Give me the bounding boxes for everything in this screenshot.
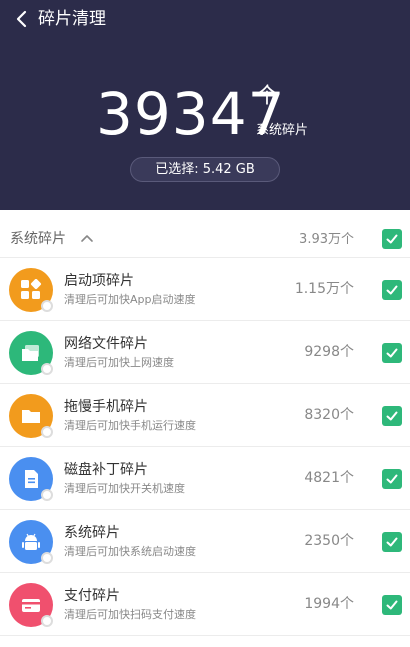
item-checkbox[interactable] bbox=[382, 406, 402, 426]
check-icon bbox=[386, 600, 398, 610]
check-icon bbox=[386, 285, 398, 295]
item-checkbox[interactable] bbox=[382, 280, 402, 300]
item-count: 2350个 bbox=[304, 533, 354, 549]
section-checkbox[interactable] bbox=[382, 229, 402, 249]
item-title: 启动项碎片 bbox=[64, 273, 134, 289]
document-icon bbox=[9, 457, 53, 501]
list-item[interactable]: 系统碎片 清理后可加快系统启动速度 2350个 bbox=[0, 510, 410, 573]
payment-card-icon bbox=[9, 583, 53, 627]
status-dot bbox=[41, 426, 53, 438]
item-description: 清理后可加快系统启动速度 bbox=[64, 545, 196, 558]
section-title: 系统碎片 bbox=[10, 231, 66, 247]
status-dot bbox=[41, 363, 53, 375]
item-title: 拖慢手机碎片 bbox=[64, 399, 148, 415]
list-item[interactable]: 支付碎片 清理后可加快扫码支付速度 1994个 bbox=[0, 573, 410, 636]
status-dot bbox=[41, 489, 53, 501]
item-title: 网络文件碎片 bbox=[64, 336, 148, 352]
list-item[interactable]: 启动项碎片 清理后可加快App启动速度 1.15万个 bbox=[0, 258, 410, 321]
folder-icon bbox=[9, 394, 53, 438]
selected-size-badge: 已选择: 5.42 GB bbox=[130, 157, 280, 182]
item-description: 清理后可加快手机运行速度 bbox=[64, 419, 196, 432]
list-item[interactable]: 磁盘补丁碎片 清理后可加快开关机速度 4821个 bbox=[0, 447, 410, 510]
junk-list: 启动项碎片 清理后可加快App启动速度 1.15万个 网络文件碎片 清理后可加快… bbox=[0, 258, 410, 636]
section-total-count: 3.93万个 bbox=[299, 232, 354, 247]
item-count: 1.15万个 bbox=[294, 281, 354, 297]
item-count: 4821个 bbox=[304, 470, 354, 486]
list-item[interactable]: 拖慢手机碎片 清理后可加快手机运行速度 8320个 bbox=[0, 384, 410, 447]
apps-grid-icon bbox=[9, 268, 53, 312]
status-dot bbox=[41, 300, 53, 312]
list-item[interactable]: 网络文件碎片 清理后可加快上网速度 9298个 bbox=[0, 321, 410, 384]
item-count: 1994个 bbox=[304, 596, 354, 612]
network-folder-icon bbox=[9, 331, 53, 375]
check-icon bbox=[386, 411, 398, 421]
check-icon bbox=[386, 348, 398, 358]
item-checkbox[interactable] bbox=[382, 469, 402, 489]
check-icon bbox=[386, 234, 398, 244]
item-checkbox[interactable] bbox=[382, 595, 402, 615]
status-dot bbox=[41, 615, 53, 627]
count-caption: 系统碎片 bbox=[256, 123, 309, 138]
item-checkbox[interactable] bbox=[382, 343, 402, 363]
item-description: 清理后可加快App启动速度 bbox=[64, 293, 196, 306]
item-checkbox[interactable] bbox=[382, 532, 402, 552]
item-title: 系统碎片 bbox=[64, 525, 120, 541]
item-title: 支付碎片 bbox=[64, 588, 120, 604]
chevron-left-icon bbox=[16, 10, 27, 28]
status-dot bbox=[41, 552, 53, 564]
check-icon bbox=[386, 474, 398, 484]
count-unit: 个 bbox=[256, 84, 279, 109]
header: 碎片清理 39347 个 系统碎片 已选择: 5.42 GB bbox=[0, 0, 410, 210]
item-count: 9298个 bbox=[304, 344, 354, 360]
item-description: 清理后可加快开关机速度 bbox=[64, 482, 185, 495]
total-count-display: 39347 个 系统碎片 bbox=[0, 82, 410, 152]
back-button[interactable] bbox=[10, 6, 32, 32]
item-count: 8320个 bbox=[304, 407, 354, 423]
android-icon bbox=[9, 520, 53, 564]
item-description: 清理后可加快上网速度 bbox=[64, 356, 174, 369]
check-icon bbox=[386, 537, 398, 547]
chevron-up-icon[interactable] bbox=[80, 232, 94, 246]
item-title: 磁盘补丁碎片 bbox=[64, 462, 148, 478]
item-description: 清理后可加快扫码支付速度 bbox=[64, 608, 196, 621]
nav-bar: 碎片清理 bbox=[0, 0, 410, 40]
section-header-system-junk[interactable]: 系统碎片 3.93万个 bbox=[0, 220, 410, 258]
page-title: 碎片清理 bbox=[38, 9, 106, 29]
